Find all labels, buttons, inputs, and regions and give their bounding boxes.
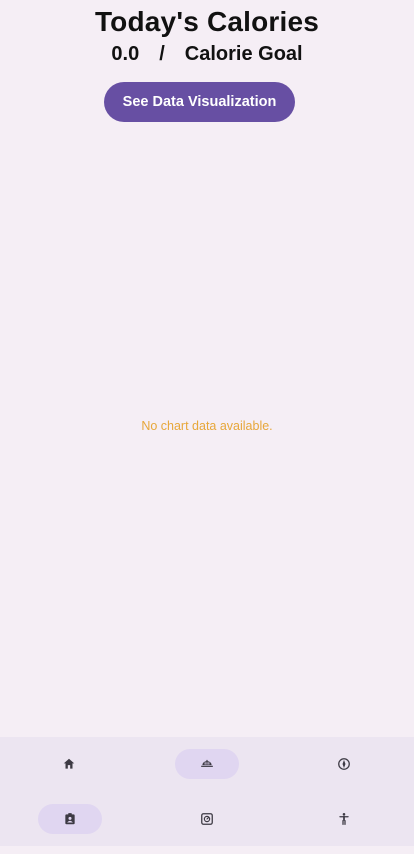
home-icon xyxy=(63,758,75,769)
nav-item-explore[interactable] xyxy=(312,749,376,779)
accessibility-icon xyxy=(339,813,349,825)
chart-empty-message: No chart data available. xyxy=(141,419,273,433)
calories-screen: Today's Calories 0.0 / Calorie Goal See … xyxy=(0,0,414,854)
summary-separator: / xyxy=(159,43,165,65)
scale-icon xyxy=(201,813,213,825)
calorie-summary: 0.0 / Calorie Goal xyxy=(0,43,414,66)
nav-item-exercise[interactable] xyxy=(312,804,376,834)
calories-consumed-value: 0.0 xyxy=(111,43,140,65)
nav-item-home[interactable] xyxy=(37,749,101,779)
meal-bowl-icon xyxy=(201,759,213,767)
profile-badge-icon xyxy=(65,813,75,825)
nav-item-profile[interactable] xyxy=(38,804,102,834)
nav-item-meals[interactable] xyxy=(175,749,239,779)
calorie-goal-label: Calorie Goal xyxy=(184,43,303,65)
nav-item-weight[interactable] xyxy=(175,804,239,834)
page-title: Today's Calories xyxy=(94,6,320,37)
compass-icon xyxy=(338,758,350,770)
gesture-bar-area xyxy=(0,846,414,854)
bottom-navigation xyxy=(0,737,414,854)
see-data-visualization-button[interactable]: See Data Visualization xyxy=(104,82,295,122)
